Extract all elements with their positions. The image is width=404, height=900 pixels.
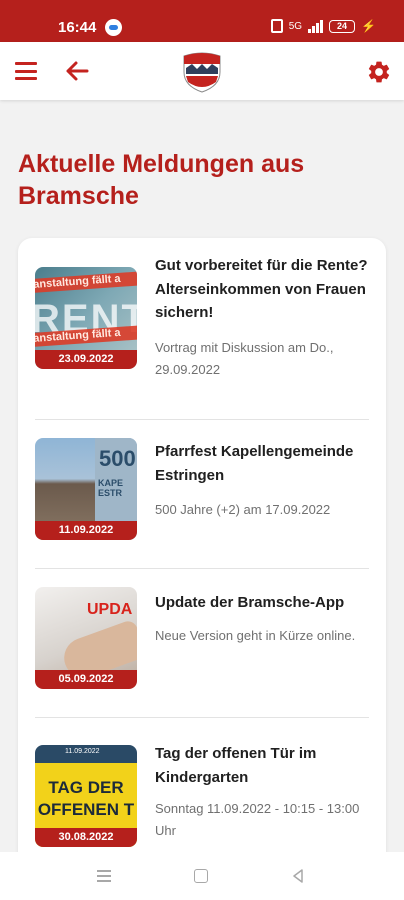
news-title: Pfarrfest Kapellengemeinde Estringen [155, 443, 354, 484]
status-bar: 16:44 5G 24 ⚡ [0, 0, 404, 42]
charging-icon: ⚡ [361, 19, 376, 33]
hamburger-menu-icon[interactable] [15, 62, 37, 80]
thumb-text: 11.09.2022 [65, 748, 100, 755]
news-thumbnail: 11.09.2022 TAG DER OFFENEN T 30.08.2022 [35, 745, 137, 847]
news-thumbnail: UPDA 05.09.2022 [35, 587, 137, 689]
thumb-text: ranstaltung fällt a [35, 270, 137, 294]
news-thumbnail: ranstaltung fällt a RENTE ranstaltung fä… [35, 267, 137, 369]
back-triangle-icon[interactable] [291, 869, 305, 883]
date-badge: 23.09.2022 [35, 350, 137, 369]
nfc-icon [270, 19, 283, 33]
news-subtitle: Vortrag mit Diskussion am Do., 29.09.202… [155, 340, 334, 377]
status-indicators: 5G 24 ⚡ [270, 19, 376, 33]
news-list: ranstaltung fällt a RENTE ranstaltung fä… [18, 238, 386, 878]
battery-icon: 24 [329, 19, 356, 33]
home-icon[interactable] [194, 869, 208, 883]
thumb-text: UPDA [87, 601, 133, 618]
news-item[interactable]: 500 KAPE ESTR 11.09.2022 Pfarrfest Kapel… [18, 420, 386, 568]
news-title: Update der Bramsche-App [155, 594, 345, 611]
signal-icon [308, 19, 324, 33]
news-title: Tag der offenen Tür im Kindergarten [155, 745, 317, 786]
network-type: 5G [288, 20, 303, 32]
bramsche-crest-icon [183, 52, 221, 93]
date-badge: 30.08.2022 [35, 828, 137, 847]
arrow-left-icon[interactable] [64, 59, 90, 83]
news-subtitle: Sonntag 11.09.2022 - 10:15 - 13:00 Uhr [155, 801, 360, 838]
news-subtitle: Neue Version geht in Kürze online. [155, 628, 356, 643]
recents-icon[interactable] [97, 870, 111, 882]
system-nav-bar [0, 852, 404, 900]
news-subtitle: 500 Jahre (+2) am 17.09.2022 [155, 502, 331, 517]
thumb-text: KAPE ESTR [98, 478, 124, 498]
gear-icon[interactable] [366, 59, 392, 85]
news-item[interactable]: UPDA 05.09.2022 Update der Bramsche-App … [18, 569, 386, 717]
news-thumbnail: 500 KAPE ESTR 11.09.2022 [35, 438, 137, 540]
date-badge: 05.09.2022 [35, 670, 137, 689]
thumb-text: TAG DER OFFENEN T [37, 778, 135, 819]
cloud-icon [105, 19, 122, 36]
date-badge: 11.09.2022 [35, 521, 137, 540]
thumb-text: 500 [99, 446, 136, 471]
app-header [0, 42, 404, 100]
status-time: 16:44 [58, 19, 97, 36]
page-title: Aktuelle Meldungen aus Bramsche [18, 150, 305, 210]
news-item[interactable]: ranstaltung fällt a RENTE ranstaltung fä… [18, 238, 386, 419]
news-title: Gut vorbereitet für die Rente? Altersein… [155, 257, 368, 321]
